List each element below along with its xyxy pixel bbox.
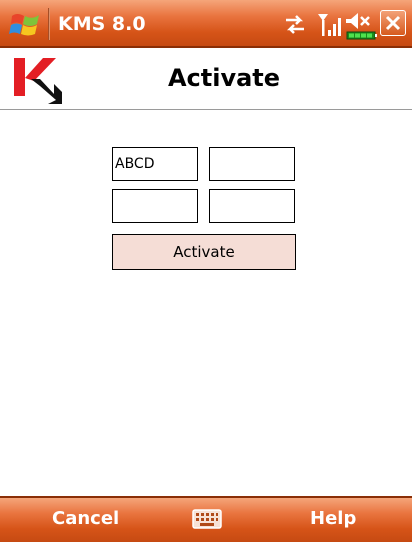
app-title: KMS 8.0: [58, 13, 146, 35]
connectivity-icon[interactable]: [282, 8, 308, 40]
volume-muted-icon[interactable]: [344, 8, 378, 40]
app-header: Activate: [0, 48, 412, 110]
activation-code-field-1[interactable]: [112, 147, 198, 181]
page-title: Activate: [167, 64, 281, 92]
status-icons: [282, 8, 412, 40]
status-bar: KMS 8.0: [0, 0, 412, 48]
status-divider: [48, 8, 50, 40]
activation-code-field-4[interactable]: [209, 189, 295, 223]
signal-strength-icon[interactable]: [316, 8, 342, 40]
help-softkey[interactable]: Help: [310, 506, 356, 532]
close-icon[interactable]: [380, 10, 406, 36]
cancel-softkey[interactable]: Cancel: [52, 506, 119, 532]
activation-code-field-3[interactable]: [112, 189, 198, 223]
battery-icon: [346, 31, 377, 40]
activation-code-field-2[interactable]: [209, 147, 295, 181]
windows-start-icon[interactable]: [8, 8, 44, 40]
softkey-bar: Cancel Help: [0, 496, 412, 542]
keyboard-icon[interactable]: [192, 509, 222, 529]
activate-button[interactable]: Activate: [112, 234, 296, 270]
